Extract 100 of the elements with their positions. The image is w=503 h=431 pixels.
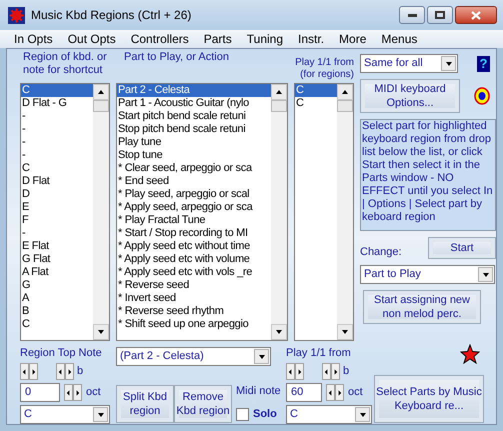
select-parts-button[interactable]: Select Parts by Music Keyboard re... (374, 375, 484, 423)
change-combo[interactable]: Part to Play (360, 265, 495, 284)
list-item[interactable]: A Flat (21, 266, 93, 279)
scroll-thumb[interactable] (337, 100, 353, 112)
list-item[interactable]: - (21, 123, 93, 136)
minimize-icon (408, 14, 416, 16)
list-item[interactable]: D Flat - G (21, 97, 93, 110)
perc-button[interactable]: Start assigning new non melod perc. (363, 290, 481, 324)
solo-checkbox[interactable] (236, 408, 249, 421)
down-arrow-icon (482, 270, 490, 278)
list-item[interactable]: * Play Fractal Tune (117, 214, 271, 227)
help-icon[interactable]: ? (477, 56, 490, 72)
info-text: Select part for highlighted keyboard region from drop list below the list, or click Start then select it in the Parts window - NO EFFECT until you select In | Options | Select part by keboard region (360, 119, 496, 231)
minimize-button[interactable] (399, 6, 425, 24)
menu-item[interactable]: In Opts (14, 30, 53, 48)
list-item[interactable]: * End seed (117, 175, 271, 188)
list-item[interactable]: F (21, 214, 93, 227)
list-item[interactable]: * Shift seed up one arpeggio (117, 318, 271, 331)
same-for-all-combo[interactable]: Same for all (360, 54, 458, 73)
list-item[interactable]: B (21, 305, 93, 318)
scroll-thumb[interactable] (271, 100, 287, 112)
note-combo[interactable]: C (20, 405, 110, 424)
decrement-button[interactable] (322, 363, 331, 380)
list-item[interactable]: - (21, 227, 93, 240)
flat-label: b (77, 365, 84, 378)
menu-item[interactable]: Controllers (130, 30, 189, 48)
part-combo[interactable]: (Part 2 - Celesta) (116, 347, 271, 366)
list-item[interactable]: * Apply seed etc with vols _re (117, 266, 271, 279)
list-item[interactable]: A (21, 292, 93, 305)
star-icon (460, 344, 480, 364)
close-button[interactable] (455, 6, 497, 24)
list-item[interactable]: D (21, 188, 93, 201)
increment-button[interactable] (295, 363, 304, 380)
menu-item[interactable]: More (339, 30, 366, 48)
close-icon (471, 10, 481, 20)
list-item[interactable]: - (21, 136, 93, 149)
list-item[interactable]: Stop pitch bend scale retuni (117, 123, 271, 136)
menu-item[interactable]: Parts (204, 30, 232, 48)
down-arrow-icon (97, 328, 105, 336)
list-item[interactable]: D Flat (21, 175, 93, 188)
split-region-button[interactable]: Split Kbd region (116, 385, 174, 423)
number-field[interactable]: 60 (286, 383, 322, 402)
list-item[interactable]: * Reverse seed rhythm (117, 305, 271, 318)
list-item[interactable]: * Apply seed etc without time (117, 240, 271, 253)
list-item[interactable]: * Reverse seed (117, 279, 271, 292)
remove-region-button[interactable]: Remove Kbd region (174, 385, 232, 423)
down-arrow-icon (341, 328, 349, 336)
decrement-button[interactable] (286, 363, 295, 380)
column-header: Play 1/1 from (for regions) (294, 56, 354, 82)
increment-button[interactable] (29, 363, 38, 380)
menu-item[interactable]: Menus (381, 30, 418, 48)
list-item[interactable]: C (21, 84, 93, 97)
list-item[interactable]: - (21, 110, 93, 123)
list-item[interactable]: * Apply seed, arpeggio or sca (117, 201, 271, 214)
up-arrow-icon (275, 88, 283, 96)
decrement-button[interactable] (64, 384, 73, 401)
list-item[interactable]: Part 2 - Celesta (117, 84, 271, 97)
scrollbar[interactable] (337, 84, 353, 340)
left-arrow-icon (327, 388, 334, 396)
octave-label: oct (86, 386, 101, 399)
list-item[interactable]: C (21, 318, 93, 331)
scroll-thumb[interactable] (93, 100, 109, 112)
list-item[interactable]: E Flat (21, 240, 93, 253)
decrement-button[interactable] (56, 363, 65, 380)
number-field[interactable]: 0 (20, 383, 60, 402)
list-item[interactable]: E (21, 201, 93, 214)
down-arrow-icon (444, 60, 452, 68)
increment-button[interactable] (65, 363, 74, 380)
start-button[interactable]: Start (428, 237, 496, 259)
list-item[interactable]: C (21, 162, 93, 175)
decrement-button[interactable] (20, 363, 29, 380)
right-arrow-icon (332, 368, 339, 376)
down-arrow-icon (358, 410, 366, 418)
decrement-button[interactable] (326, 384, 335, 401)
increment-button[interactable] (335, 384, 344, 401)
list-item[interactable]: * Apply seed etc with volume (117, 253, 271, 266)
list-item[interactable]: * Clear seed, arpeggio or sca (117, 162, 271, 175)
list-item[interactable]: G (21, 279, 93, 292)
list-item[interactable]: Part 1 - Acoustic Guitar (nylo (117, 97, 271, 110)
list-item[interactable]: Start pitch bend scale retuni (117, 110, 271, 123)
list-item[interactable]: Play tune (117, 136, 271, 149)
list-item[interactable]: Stop tune (117, 149, 271, 162)
increment-button[interactable] (331, 363, 340, 380)
scrollbar[interactable] (93, 84, 109, 340)
list-item[interactable]: * Invert seed (117, 292, 271, 305)
list-item[interactable]: C (295, 97, 337, 110)
list-item[interactable]: - (21, 149, 93, 162)
note-combo[interactable]: C (286, 405, 372, 424)
list-item[interactable]: G Flat (21, 253, 93, 266)
list-item[interactable]: * Start / Stop recording to MI (117, 227, 271, 240)
menu-item[interactable]: Instr. (298, 30, 324, 48)
maximize-button[interactable] (427, 6, 453, 24)
list-item[interactable]: * Play seed, arpeggio or scal (117, 188, 271, 201)
midi-options-button[interactable]: MIDI keyboard Options... (360, 79, 460, 113)
scrollbar[interactable] (271, 84, 287, 340)
menu-item[interactable]: Tuning (246, 30, 284, 48)
increment-button[interactable] (73, 384, 82, 401)
left-arrow-icon (65, 388, 72, 396)
menu-item[interactable]: Out Opts (68, 30, 116, 48)
list-item[interactable]: C (295, 84, 337, 97)
